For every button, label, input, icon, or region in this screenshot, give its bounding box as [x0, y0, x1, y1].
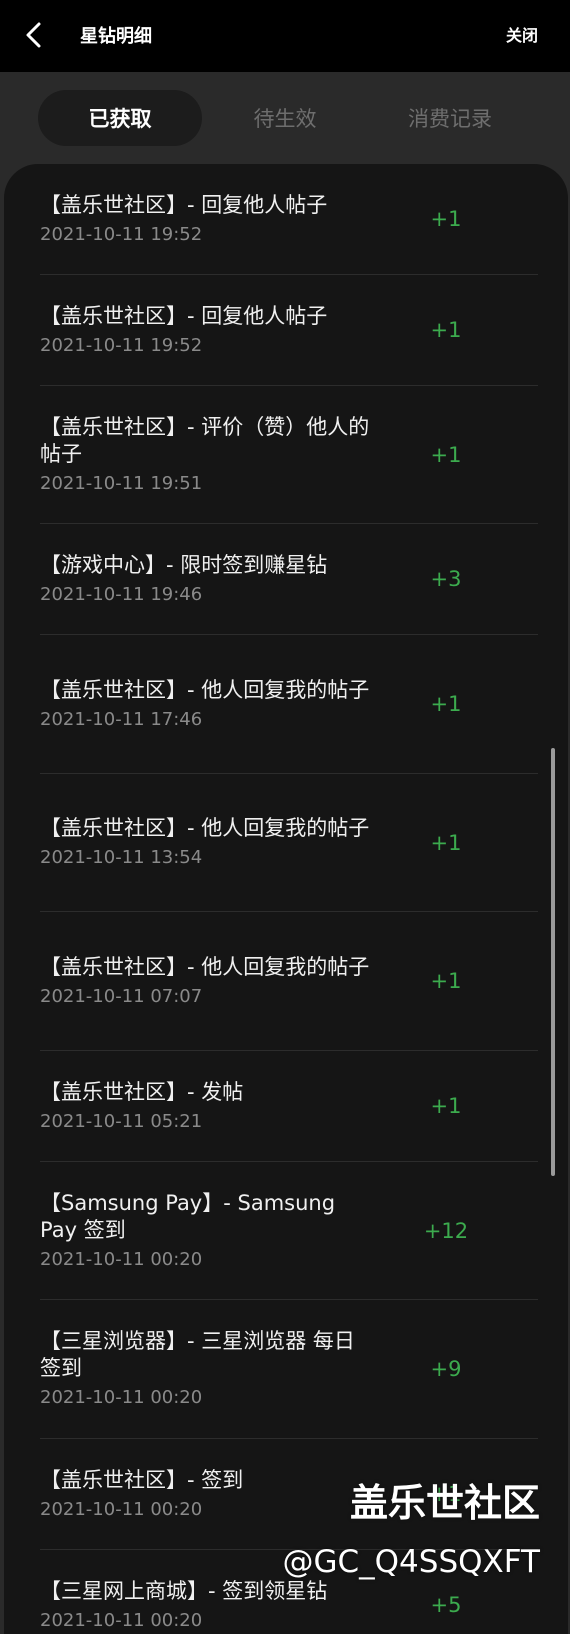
item-points: +12	[423, 1218, 469, 1243]
item-time: 2021-10-11 19:52	[40, 223, 203, 245]
top-bar: 星钻明细 关闭	[0, 0, 570, 72]
item-points: +5	[430, 1593, 462, 1617]
item-time: 2021-10-11 19:46	[40, 583, 203, 605]
item-time: 2021-10-11 05:21	[40, 1110, 203, 1132]
list-item[interactable]: 【三星浏览器】- 三星浏览器 每日签到 2021-10-11 00:20 +9	[40, 1300, 538, 1439]
item-time: 2021-10-11 19:51	[40, 472, 203, 494]
item-points: +1	[430, 318, 462, 342]
item-points: +1	[430, 692, 462, 716]
watermark-title: 盖乐世社区	[349, 1481, 540, 1525]
item-title: 【盖乐世社区】- 他人回复我的帖子	[40, 954, 370, 979]
item-time: 2021-10-11 19:52	[40, 334, 203, 356]
list-item[interactable]: 【盖乐世社区】- 他人回复我的帖子 2021-10-11 07:07 +1	[40, 912, 538, 1051]
item-time: 2021-10-11 00:20	[40, 1609, 203, 1631]
tab-pending[interactable]: 待生效	[203, 90, 367, 146]
scrollbar[interactable]	[551, 748, 555, 1176]
item-title: 【盖乐世社区】- 评价（赞）他人的帖子	[40, 414, 370, 466]
list-item[interactable]: 【盖乐世社区】- 他人回复我的帖子 2021-10-11 13:54 +1	[40, 774, 538, 912]
item-points: +1	[430, 207, 462, 231]
tab-bar: 已获取 待生效 消费记录	[0, 72, 570, 164]
chevron-left-icon[interactable]	[22, 20, 46, 50]
item-title: 【三星网上商城】- 签到领星钻	[40, 1578, 328, 1603]
item-title: 【盖乐世社区】- 他人回复我的帖子	[40, 816, 370, 840]
list-item[interactable]: 【盖乐世社区】- 回复他人帖子 2021-10-11 19:52 +1	[40, 275, 538, 386]
list-item[interactable]: 【游戏中心】- 限时签到赚星钻 2021-10-11 19:46 +3	[40, 524, 538, 635]
item-time: 2021-10-11 00:20	[40, 1248, 203, 1270]
list-item[interactable]: 【盖乐世社区】- 他人回复我的帖子 2021-10-11 17:46 +1	[40, 635, 538, 774]
item-points: +1	[430, 969, 462, 993]
watermark-user: @GC_Q4SSQXFT	[282, 1544, 540, 1580]
close-button[interactable]: 关闭	[506, 22, 538, 46]
list-item[interactable]: 【盖乐世社区】- 回复他人帖子 2021-10-11 19:52 +1	[40, 164, 538, 275]
item-title: 【盖乐世社区】- 发帖	[40, 1079, 244, 1104]
tab-consumption[interactable]: 消费记录	[368, 90, 532, 146]
list-item[interactable]: 【盖乐世社区】- 评价（赞）他人的帖子 2021-10-11 19:51 +1	[40, 386, 538, 524]
tab-obtained[interactable]: 已获取	[38, 90, 202, 146]
item-title: 【三星浏览器】- 三星浏览器 每日签到	[40, 1329, 355, 1380]
page-title: 星钻明细	[80, 26, 152, 47]
list-item[interactable]: 【Samsung Pay】- Samsung Pay 签到 2021-10-11…	[40, 1162, 538, 1300]
item-points: +1	[430, 442, 462, 467]
item-title: 【Samsung Pay】- Samsung Pay 签到	[40, 1190, 336, 1242]
item-title: 【盖乐世社区】- 他人回复我的帖子	[40, 677, 370, 702]
item-title: 【游戏中心】- 限时签到赚星钻	[40, 552, 328, 577]
item-time: 2021-10-11 00:20	[40, 1387, 203, 1408]
list-item[interactable]: 【盖乐世社区】- 发帖 2021-10-11 05:21 +1	[40, 1051, 538, 1162]
item-time: 2021-10-11 13:54	[40, 847, 203, 868]
item-title: 【盖乐世社区】- 回复他人帖子	[40, 303, 328, 328]
item-title: 【盖乐世社区】- 签到	[40, 1467, 244, 1492]
item-points: +3	[430, 567, 462, 591]
records-list: 【盖乐世社区】- 回复他人帖子 2021-10-11 19:52 +1 【盖乐世…	[40, 164, 538, 1634]
item-time: 2021-10-11 07:07	[40, 985, 203, 1007]
item-points: +9	[430, 1357, 462, 1381]
item-points: +1	[430, 830, 462, 855]
item-points: +1	[430, 1094, 462, 1118]
item-time: 2021-10-11 17:46	[40, 708, 203, 730]
item-title: 【盖乐世社区】- 回复他人帖子	[40, 192, 328, 217]
records-card: 【盖乐世社区】- 回复他人帖子 2021-10-11 19:52 +1 【盖乐世…	[4, 164, 568, 1634]
item-time: 2021-10-11 00:20	[40, 1498, 203, 1520]
